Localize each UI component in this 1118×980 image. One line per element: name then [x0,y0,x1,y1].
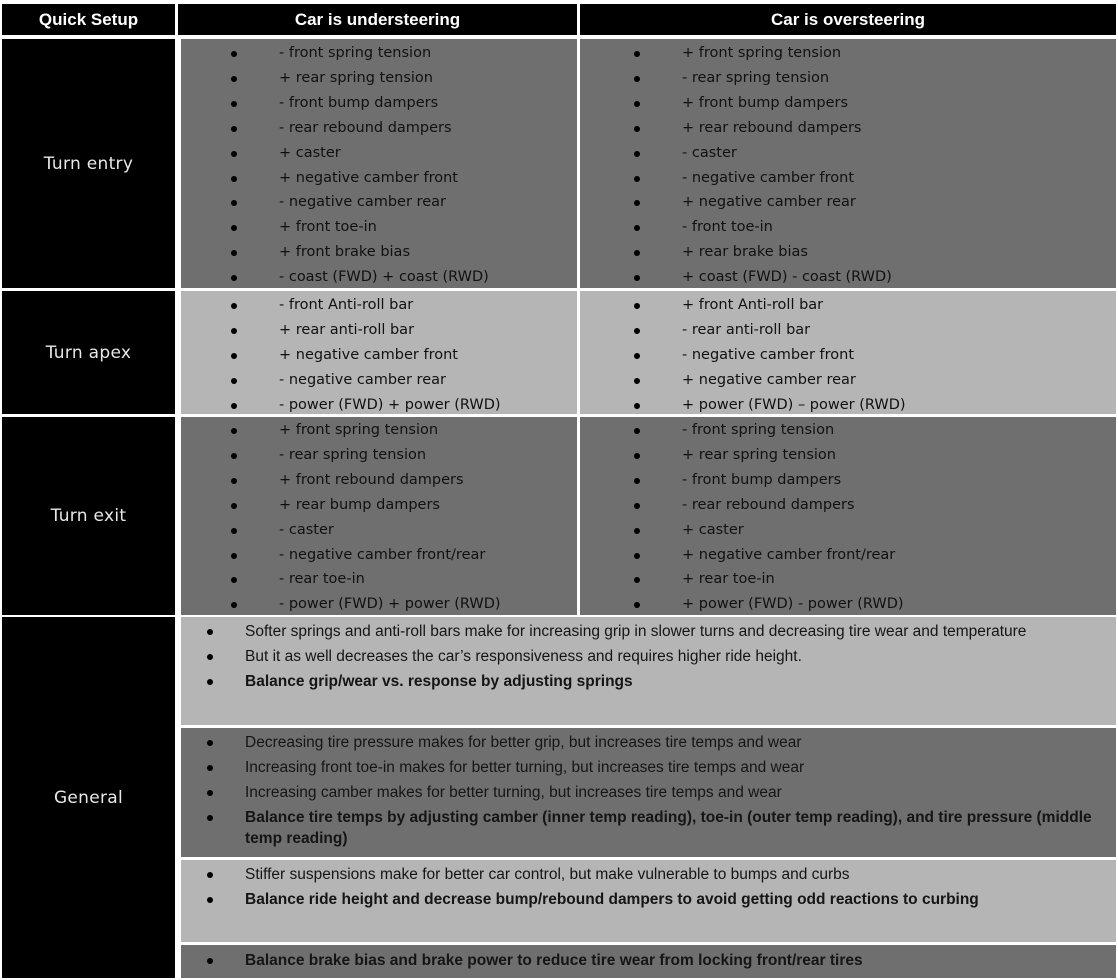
header-understeering: Car is understeering [178,4,577,35]
general-item: Decreasing tire pressure makes for bette… [181,732,1116,753]
list-item: + rear rebound dampers [584,116,1116,141]
general-block-tires-list: Decreasing tire pressure makes for bette… [181,732,1116,849]
general-item: Increasing camber makes for better turni… [181,782,1116,803]
list-item: + front spring tension [181,418,577,443]
list-item: - rear toe-in [181,567,577,592]
general-item: Increasing front toe-in makes for better… [181,757,1116,778]
list-item: - coast (FWD) + coast (RWD) [181,265,577,290]
general-block-suspension: Stiffer suspensions make for better car … [181,860,1116,942]
list-item: - front spring tension [181,41,577,66]
header-oversteering: Car is oversteering [580,4,1116,35]
list-item: - negative camber front [584,343,1116,368]
row-label-turn-exit: Turn exit [2,417,175,615]
row-label-turn-entry: Turn entry [2,39,175,288]
list-item: + negative camber rear [584,368,1116,393]
turn-apex-understeering-cell: - front Anti-roll bar + rear anti-roll ba… [181,291,577,414]
list-item: + caster [181,141,577,166]
general-block-tires: Decreasing tire pressure makes for bette… [181,728,1116,857]
general-item: Balance brake bias and brake power to re… [181,950,1116,971]
list-item: + front spring tension [584,41,1116,66]
turn-exit-understeering-list: + front spring tension - rear spring tens… [181,418,577,617]
general-item: Balance ride height and decrease bump/re… [181,889,1116,910]
list-item: - rear spring tension [584,66,1116,91]
list-item: - front toe-in [584,215,1116,240]
general-block-springs: Softer springs and anti-roll bars make f… [181,617,1116,725]
turn-entry-oversteering-list: + front spring tension - rear spring tens… [584,41,1116,290]
turn-exit-understeering-cell: + front spring tension - rear spring tens… [181,417,577,615]
list-item: - negative camber front/rear [181,543,577,568]
general-block-springs-list: Softer springs and anti-roll bars make f… [181,621,1116,692]
list-item: - caster [584,141,1116,166]
general-item: Softer springs and anti-roll bars make f… [181,621,1116,642]
header-quick-setup: Quick Setup [2,4,175,35]
turn-apex-oversteering-cell: + front Anti-roll bar - rear anti-roll ba… [580,291,1116,414]
list-item: + front bump dampers [584,91,1116,116]
turn-exit-oversteering-list: - front spring tension + rear spring tens… [584,418,1116,617]
turn-entry-oversteering-cell: + front spring tension - rear spring tens… [580,39,1116,288]
turn-apex-understeering-list: - front Anti-roll bar + rear anti-roll ba… [181,293,577,418]
general-block-brakes: Balance brake bias and brake power to re… [181,945,1116,978]
turn-apex-oversteering-list: + front Anti-roll bar - rear anti-roll ba… [584,293,1116,418]
list-item: + front brake bias [181,240,577,265]
list-item: + front Anti-roll bar [584,293,1116,318]
list-item: - rear spring tension [181,443,577,468]
list-item: - power (FWD) + power (RWD) [181,592,577,617]
list-item: - caster [181,518,577,543]
general-block-suspension-list: Stiffer suspensions make for better car … [181,864,1116,910]
list-item: - power (FWD) + power (RWD) [181,393,577,418]
list-item: + caster [584,518,1116,543]
general-block-brakes-list: Balance brake bias and brake power to re… [181,950,1116,971]
list-item: - negative camber rear [181,368,577,393]
list-item: + front rebound dampers [181,468,577,493]
list-item: + rear brake bias [584,240,1116,265]
list-item: - front spring tension [584,418,1116,443]
list-item: - rear rebound dampers [181,116,577,141]
list-item: - rear anti-roll bar [584,318,1116,343]
general-item: Balance tire temps by adjusting camber (… [181,807,1116,849]
list-item: + negative camber rear [584,190,1116,215]
general-item: But it as well decreases the car’s respo… [181,646,1116,667]
list-item: - negative camber front [584,166,1116,191]
row-label-turn-apex: Turn apex [2,291,175,414]
row-label-general: General [2,617,175,978]
turn-entry-understeering-cell: - front spring tension + rear spring tens… [181,39,577,288]
general-item: Stiffer suspensions make for better car … [181,864,1116,885]
turn-entry-understeering-list: - front spring tension + rear spring tens… [181,41,577,290]
list-item: - front bump dampers [584,468,1116,493]
list-item: - front bump dampers [181,91,577,116]
list-item: + power (FWD) – power (RWD) [584,393,1116,418]
turn-exit-oversteering-cell: - front spring tension + rear spring tens… [580,417,1116,615]
list-item: + coast (FWD) - coast (RWD) [584,265,1116,290]
list-item: + rear anti-roll bar [181,318,577,343]
list-item: + power (FWD) - power (RWD) [584,592,1116,617]
list-item: + rear spring tension [181,66,577,91]
general-item: Balance grip/wear vs. response by adjust… [181,671,1116,692]
list-item: + front toe-in [181,215,577,240]
list-item: + negative camber front [181,166,577,191]
list-item: + rear spring tension [584,443,1116,468]
list-item: - negative camber rear [181,190,577,215]
list-item: + rear bump dampers [181,493,577,518]
list-item: + negative camber front [181,343,577,368]
list-item: + rear toe-in [584,567,1116,592]
list-item: - rear rebound dampers [584,493,1116,518]
list-item: + negative camber front/rear [584,543,1116,568]
list-item: - front Anti-roll bar [181,293,577,318]
